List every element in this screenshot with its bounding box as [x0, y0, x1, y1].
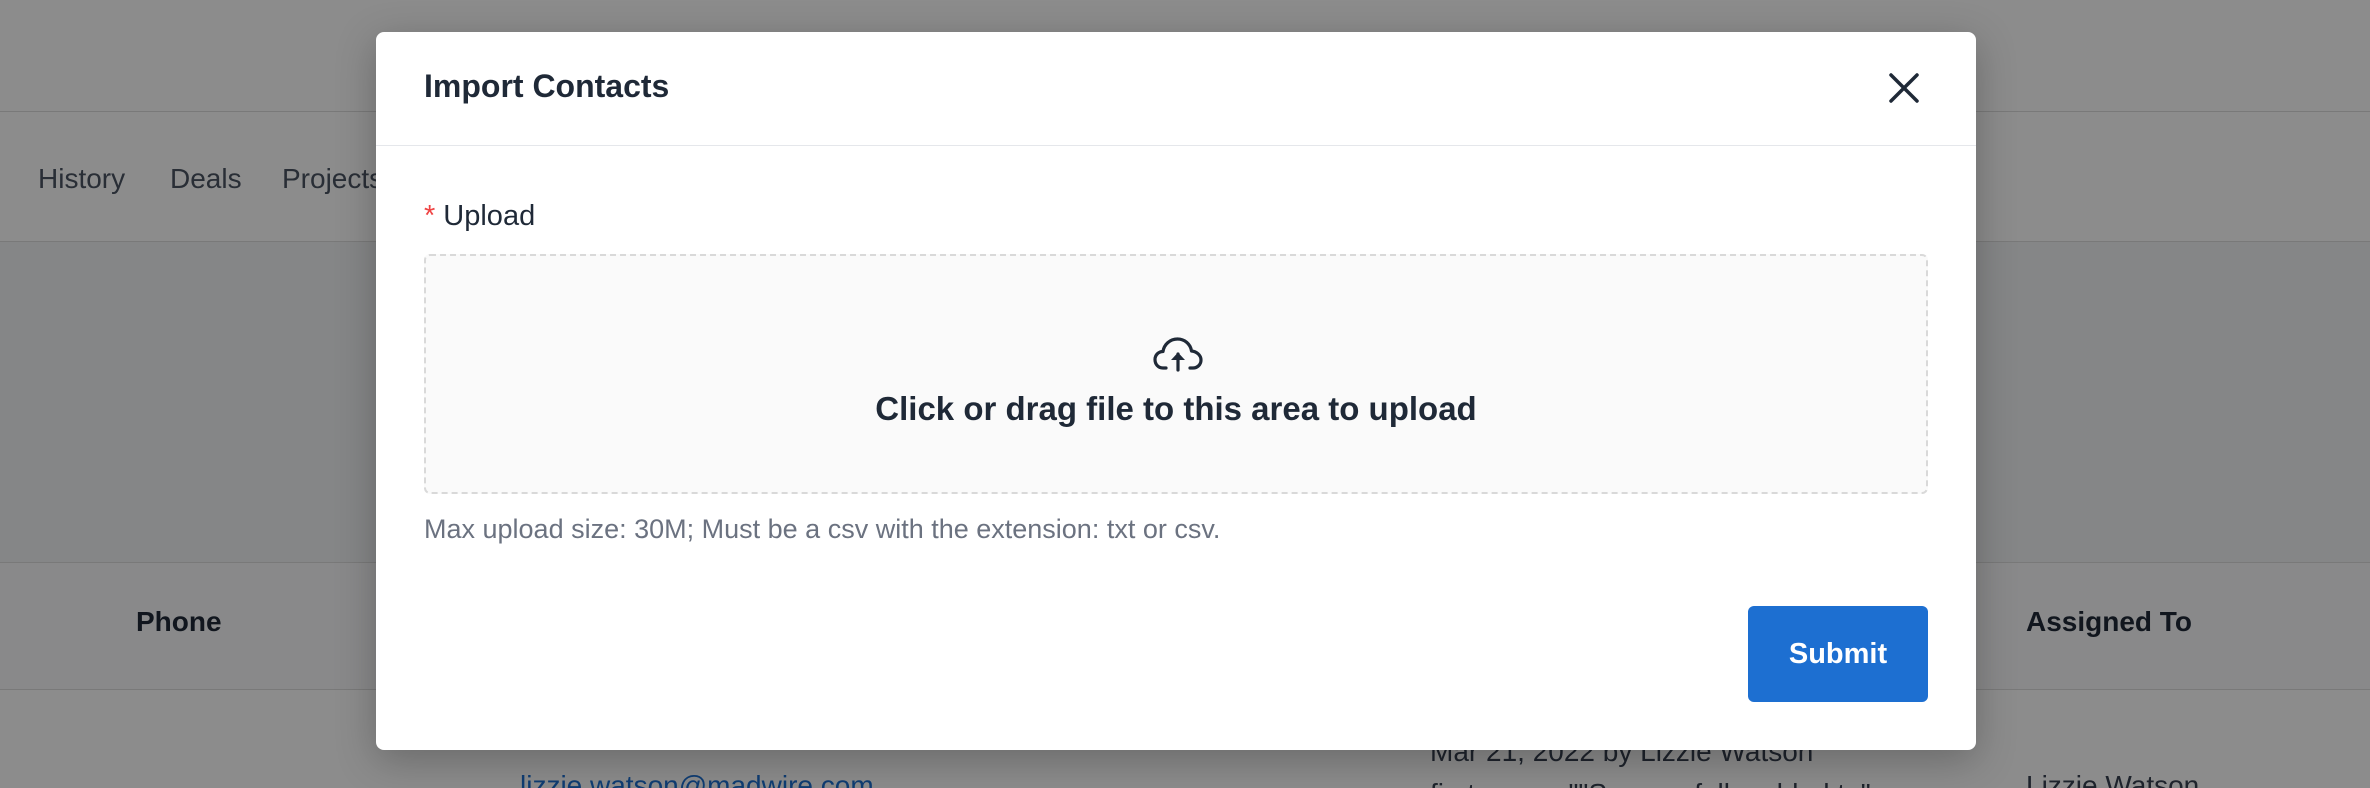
submit-button[interactable]: Submit [1748, 606, 1928, 702]
import-contacts-modal: Import Contacts * Upload Click or drag fi… [376, 32, 1976, 750]
required-indicator: * [424, 200, 436, 232]
cloud-upload-icon [1153, 337, 1203, 372]
upload-label: * Upload [424, 200, 535, 233]
modal-title: Import Contacts [424, 68, 670, 104]
dropzone-text: Click or drag file to this area to uploa… [875, 390, 1477, 427]
upload-label-text: Upload [443, 200, 536, 232]
close-button[interactable] [1880, 64, 1928, 112]
upload-help-text: Max upload size: 30M; Must be a csv with… [424, 514, 1221, 544]
upload-dropzone[interactable]: Click or drag file to this area to uploa… [424, 254, 1928, 494]
close-icon [1889, 73, 1919, 103]
page: History Deals Projects Phone Assigned To… [0, 0, 2370, 788]
modal-header: Import Contacts [376, 32, 1976, 146]
